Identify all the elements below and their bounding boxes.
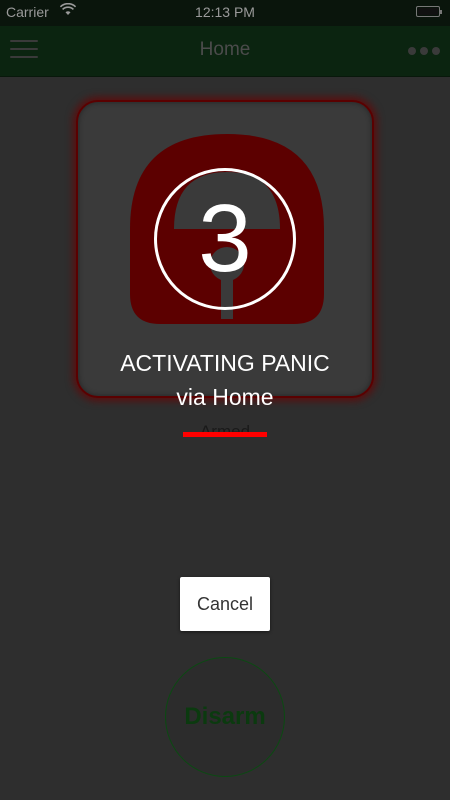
panic-source: via Home (176, 384, 274, 410)
nav-bar: Home (0, 26, 450, 77)
countdown-ring: 3 (154, 168, 296, 310)
battery-icon (416, 6, 442, 17)
clock: 12:13 PM (195, 4, 255, 20)
status-strike-line (183, 432, 267, 437)
cancel-button[interactable]: Cancel (180, 577, 270, 631)
countdown-number: 3 (198, 185, 252, 292)
disarm-button[interactable]: Disarm (165, 657, 285, 777)
panic-title: ACTIVATING PANIC (120, 350, 330, 376)
status-bar: Carrier 12:13 PM (0, 0, 450, 26)
panic-message: ACTIVATING PANIC via Home (0, 346, 450, 414)
more-dots-icon[interactable] (408, 46, 440, 56)
page-title: Home (199, 39, 251, 60)
